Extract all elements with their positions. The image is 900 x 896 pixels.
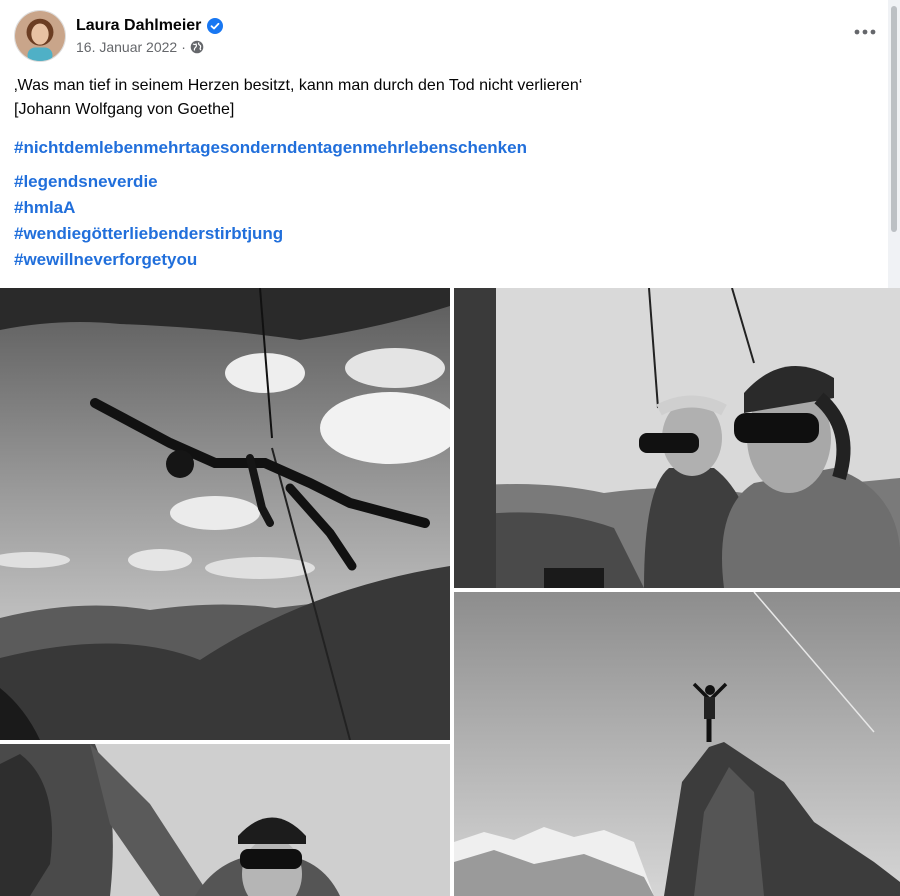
hashtag-link[interactable]: #legendsneverdie [14, 169, 283, 195]
photo-image [0, 744, 450, 896]
more-options-button[interactable] [852, 22, 878, 42]
avatar[interactable] [14, 10, 66, 62]
post-text: ‚Was man tief in seinem Herzen besitzt, … [14, 74, 582, 122]
post-header: Laura Dahlmeier 16. Januar 2022 · [14, 10, 224, 62]
avatar-image [15, 11, 65, 61]
photo-climber-helmet[interactable] [0, 744, 450, 896]
verified-badge-icon [207, 18, 224, 34]
globe-icon[interactable] [190, 40, 204, 54]
post-date[interactable]: 16. Januar 2022 [76, 39, 177, 55]
quote-source: [Johann Wolfgang von Goethe] [14, 101, 235, 118]
photo-image [454, 592, 900, 896]
photo-selfie-two-climbers[interactable] [454, 288, 900, 588]
photo-image [454, 288, 900, 588]
date-row: 16. Januar 2022 · [76, 39, 223, 55]
photo-climber-overhang[interactable] [0, 288, 450, 740]
author-name[interactable]: Laura Dahlmeier [76, 17, 201, 35]
more-options-icon [854, 29, 876, 35]
separator-dot: · [181, 39, 186, 55]
quote-line: ‚Was man tief in seinem Herzen besitzt, … [14, 77, 583, 94]
hashtag-link[interactable]: #wewillneverforgetyou [14, 247, 283, 273]
author-meta: Laura Dahlmeier 16. Januar 2022 · [76, 17, 224, 55]
photo-summit-climber[interactable] [454, 592, 900, 896]
hashtag-block: #legendsneverdie #hmlaA #wendiegötterlie… [14, 169, 283, 273]
photo-image [0, 288, 450, 740]
scrollbar[interactable] [888, 0, 900, 288]
hashtag-link[interactable]: #wendiegötterliebenderstirbtjung [14, 221, 283, 247]
name-row: Laura Dahlmeier [76, 17, 224, 35]
hashtag-block-main: #nichtdemlebenmehrtagesonderndentagenmeh… [14, 135, 527, 161]
hashtag-link[interactable]: #hmlaA [14, 195, 283, 221]
hashtag-link[interactable]: #nichtdemlebenmehrtagesonderndentagenmeh… [14, 135, 527, 161]
scrollbar-thumb[interactable] [891, 6, 897, 232]
